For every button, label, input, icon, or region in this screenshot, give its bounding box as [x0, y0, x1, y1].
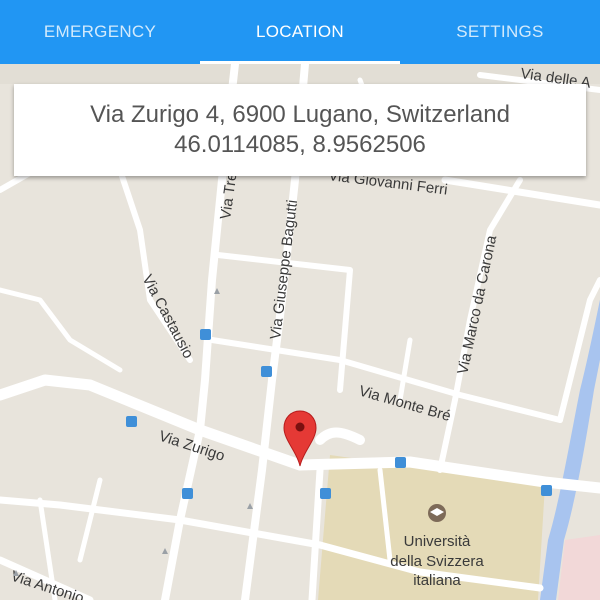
bus-stop-icon[interactable] [200, 329, 211, 340]
tab-bar: EMERGENCY LOCATION SETTINGS [0, 0, 600, 64]
poi-label-line2: della Svizzera [390, 553, 484, 570]
bus-stop-icon[interactable] [182, 488, 193, 499]
poi-label-line1: Università [404, 533, 471, 550]
coordinates-text: 46.0114085, 8.9562506 [174, 131, 426, 158]
bus-stop-icon[interactable] [126, 416, 137, 427]
bus-stop-icon[interactable] [320, 488, 331, 499]
bus-stop-icon[interactable] [395, 457, 406, 468]
tab-settings[interactable]: SETTINGS [400, 0, 600, 64]
bus-stop-icon[interactable] [541, 485, 552, 496]
bus-stop-icon[interactable] [261, 366, 272, 377]
tab-location[interactable]: LOCATION [200, 0, 400, 64]
poi-label-line3: italiana [413, 572, 461, 589]
tab-emergency[interactable]: EMERGENCY [0, 0, 200, 64]
tab-location-label: LOCATION [255, 22, 345, 41]
active-tab-indicator [200, 61, 400, 64]
tab-emergency-label: EMERGENCY [43, 22, 157, 41]
address-card: Via Zurigo 4, 6900 Lugano, Switzerland 4… [14, 84, 586, 176]
address-text: Via Zurigo 4, 6900 Lugano, Switzerland [90, 101, 510, 128]
tab-settings-label: SETTINGS [456, 22, 544, 41]
